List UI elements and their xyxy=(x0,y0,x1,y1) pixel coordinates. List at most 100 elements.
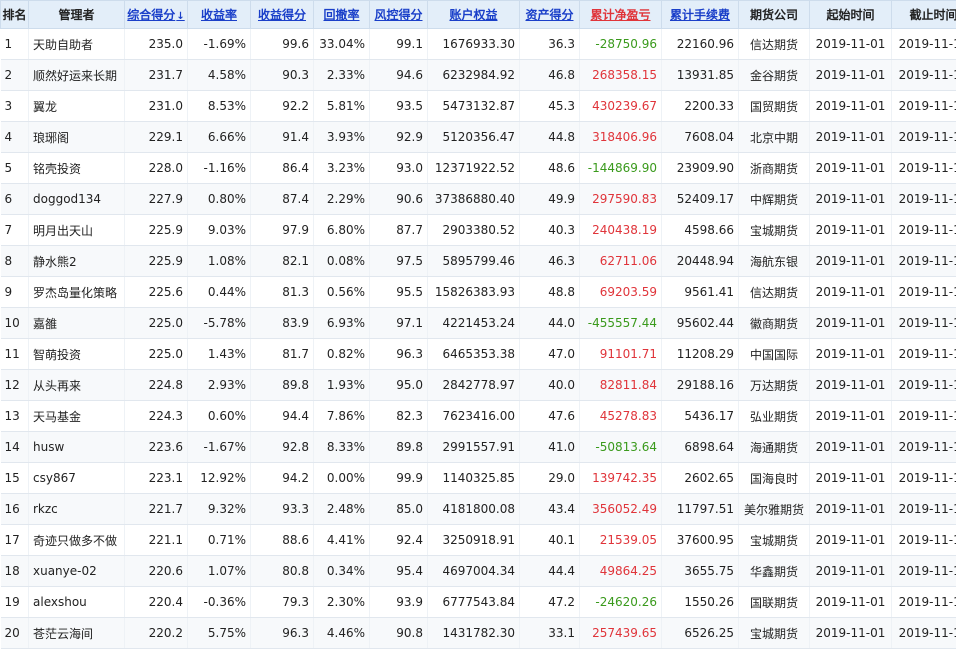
account-equity: 6777543.84 xyxy=(428,587,520,618)
net-pnl: 240438.19 xyxy=(580,215,662,246)
sort-return-rate-link[interactable]: 收益率 xyxy=(201,8,237,22)
header-start-date-label: 起始时间 xyxy=(826,8,874,22)
manager-name: 智萌投资 xyxy=(29,339,125,370)
sort-composite-score-link[interactable]: 综合得分 xyxy=(127,8,175,22)
asset-score: 29.0 xyxy=(520,463,580,494)
manager-name: 从头再来 xyxy=(29,370,125,401)
return-rate: 12.92% xyxy=(188,463,251,494)
return-score: 94.2 xyxy=(251,463,314,494)
header-futures-company-label: 期货公司 xyxy=(750,8,798,22)
return-score: 88.6 xyxy=(251,525,314,556)
account-equity: 6465353.38 xyxy=(428,339,520,370)
futures-company: 国海良时 xyxy=(739,463,810,494)
end-date: 2019-11-18 xyxy=(892,525,956,556)
header-return-score[interactable]: 收益得分 xyxy=(251,1,314,29)
header-manager: 管理者 xyxy=(29,1,125,29)
end-date: 2019-11-18 xyxy=(892,215,956,246)
header-asset-score[interactable]: 资产得分 xyxy=(520,1,580,29)
table-row: 10嘉雒225.0-5.78%83.96.93%97.14221453.2444… xyxy=(1,308,956,339)
header-return-rate[interactable]: 收益率 xyxy=(188,1,251,29)
rank-cell: 13 xyxy=(1,401,29,432)
composite-score: 225.0 xyxy=(125,339,188,370)
composite-score: 231.7 xyxy=(125,60,188,91)
futures-company: 浙商期货 xyxy=(739,153,810,184)
futures-company: 万达期货 xyxy=(739,370,810,401)
drawdown-rate: 8.33% xyxy=(314,432,370,463)
header-composite-score[interactable]: 综合得分↓ xyxy=(125,1,188,29)
fees: 6898.64 xyxy=(662,432,739,463)
ranking-table: 排名 管理者 综合得分↓ 收益率 收益得分 回撤率 风控得分 账户权益 资产得分… xyxy=(0,0,956,649)
asset-score: 47.6 xyxy=(520,401,580,432)
account-equity: 5895799.46 xyxy=(428,246,520,277)
start-date: 2019-11-01 xyxy=(810,91,892,122)
table-row: 7明月出天山225.99.03%97.96.80%87.72903380.524… xyxy=(1,215,956,246)
drawdown-rate: 0.34% xyxy=(314,556,370,587)
account-equity: 37386880.40 xyxy=(428,184,520,215)
header-fees[interactable]: 累计手续费 xyxy=(662,1,739,29)
composite-score: 223.6 xyxy=(125,432,188,463)
sort-asset-score-link[interactable]: 资产得分 xyxy=(525,8,573,22)
fees: 11208.29 xyxy=(662,339,739,370)
return-score: 93.3 xyxy=(251,494,314,525)
end-date: 2019-11-18 xyxy=(892,122,956,153)
account-equity: 1676933.30 xyxy=(428,29,520,60)
manager-name: 静水熊2 xyxy=(29,246,125,277)
return-score: 81.3 xyxy=(251,277,314,308)
return-score: 86.4 xyxy=(251,153,314,184)
start-date: 2019-11-01 xyxy=(810,401,892,432)
start-date: 2019-11-01 xyxy=(810,339,892,370)
header-drawdown[interactable]: 回撤率 xyxy=(314,1,370,29)
sort-equity-link[interactable]: 账户权益 xyxy=(449,8,497,22)
header-end-date-label: 截止时间 xyxy=(909,8,956,22)
start-date: 2019-11-01 xyxy=(810,60,892,91)
rank-cell: 8 xyxy=(1,246,29,277)
drawdown-rate: 3.93% xyxy=(314,122,370,153)
sort-fees-link[interactable]: 累计手续费 xyxy=(670,8,730,22)
end-date: 2019-11-18 xyxy=(892,153,956,184)
fees: 2200.33 xyxy=(662,91,739,122)
end-date: 2019-11-18 xyxy=(892,618,956,649)
manager-name: 顺然好运来长期 xyxy=(29,60,125,91)
drawdown-rate: 0.56% xyxy=(314,277,370,308)
rank-cell: 1 xyxy=(1,29,29,60)
sort-net-pnl-link[interactable]: 累计净盈亏 xyxy=(590,8,650,22)
drawdown-rate: 0.00% xyxy=(314,463,370,494)
net-pnl: 69203.59 xyxy=(580,277,662,308)
sort-return-score-link[interactable]: 收益得分 xyxy=(258,8,306,22)
drawdown-rate: 2.30% xyxy=(314,587,370,618)
fees: 29188.16 xyxy=(662,370,739,401)
net-pnl: 430239.67 xyxy=(580,91,662,122)
return-score: 97.9 xyxy=(251,215,314,246)
header-risk-score[interactable]: 风控得分 xyxy=(370,1,428,29)
table-row: 6doggod134227.90.80%87.42.29%90.63738688… xyxy=(1,184,956,215)
table-row: 19alexshou220.4-0.36%79.32.30%93.9677754… xyxy=(1,587,956,618)
account-equity: 5473132.87 xyxy=(428,91,520,122)
risk-score: 92.9 xyxy=(370,122,428,153)
return-rate: 2.93% xyxy=(188,370,251,401)
drawdown-rate: 2.48% xyxy=(314,494,370,525)
end-date: 2019-11-18 xyxy=(892,556,956,587)
return-score: 90.3 xyxy=(251,60,314,91)
drawdown-rate: 0.08% xyxy=(314,246,370,277)
drawdown-rate: 2.29% xyxy=(314,184,370,215)
net-pnl: 257439.65 xyxy=(580,618,662,649)
risk-score: 92.4 xyxy=(370,525,428,556)
header-equity[interactable]: 账户权益 xyxy=(428,1,520,29)
header-net-pnl[interactable]: 累计净盈亏 xyxy=(580,1,662,29)
rank-cell: 12 xyxy=(1,370,29,401)
sort-drawdown-link[interactable]: 回撤率 xyxy=(323,8,359,22)
drawdown-rate: 4.46% xyxy=(314,618,370,649)
table-body: 1天助自助者235.0-1.69%99.633.04%99.11676933.3… xyxy=(1,29,956,649)
return-score: 79.3 xyxy=(251,587,314,618)
net-pnl: 62711.06 xyxy=(580,246,662,277)
net-pnl: 139742.35 xyxy=(580,463,662,494)
account-equity: 2903380.52 xyxy=(428,215,520,246)
composite-score: 224.3 xyxy=(125,401,188,432)
composite-score: 224.8 xyxy=(125,370,188,401)
net-pnl: 45278.83 xyxy=(580,401,662,432)
end-date: 2019-11-18 xyxy=(892,587,956,618)
sort-risk-score-link[interactable]: 风控得分 xyxy=(374,8,422,22)
net-pnl: -144869.90 xyxy=(580,153,662,184)
risk-score: 93.5 xyxy=(370,91,428,122)
return-rate: -1.67% xyxy=(188,432,251,463)
